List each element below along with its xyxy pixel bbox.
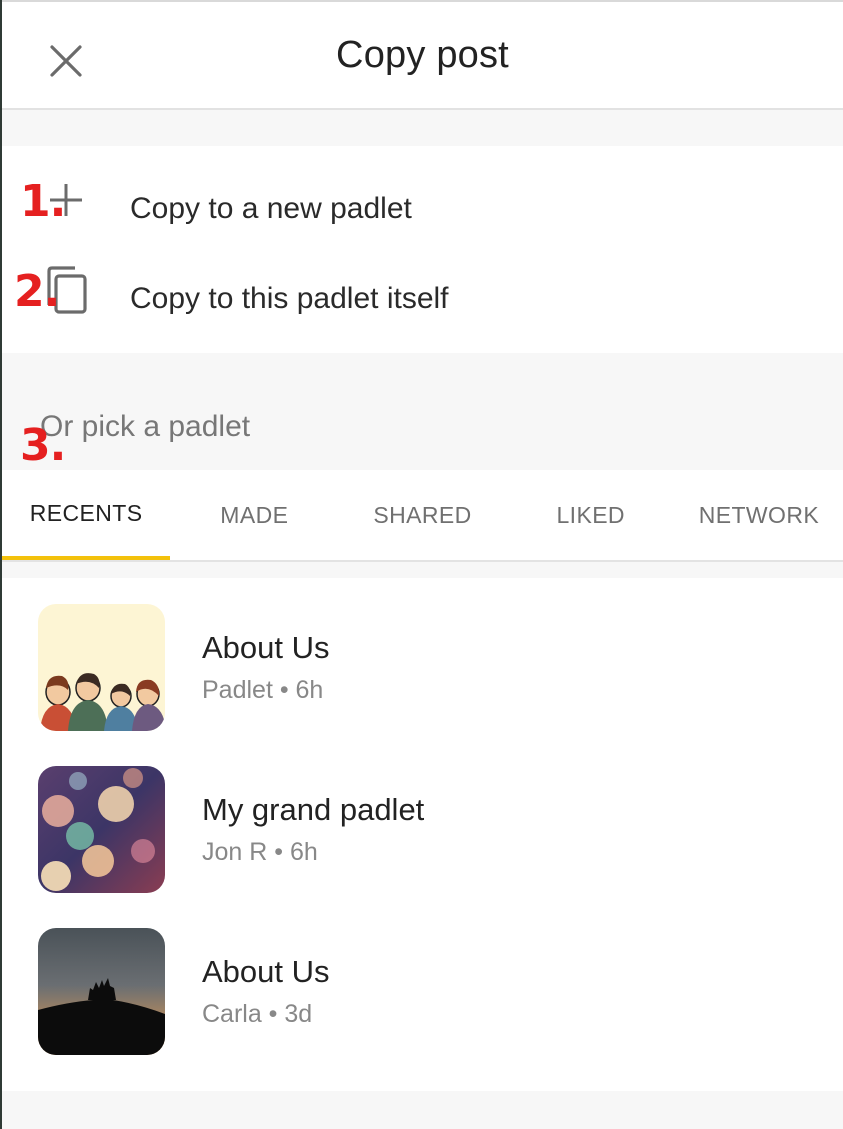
padlet-meta: Padlet • 6h xyxy=(202,676,324,704)
list-item[interactable]: About Us Carla • 3d xyxy=(2,902,843,1064)
page-title: Copy post xyxy=(336,34,509,76)
dialog-header: Copy post xyxy=(2,0,843,110)
padlet-thumbnail xyxy=(38,604,165,731)
padlet-thumbnail xyxy=(38,766,165,893)
padlet-meta: Jon R • 6h xyxy=(202,838,318,866)
padlet-list: About Us Padlet • 6h My grand padlet Jon… xyxy=(2,578,843,1091)
copy-options: Copy to a new padlet Copy to this padlet… xyxy=(2,146,843,353)
padlet-thumbnail xyxy=(38,928,165,1055)
pick-padlet-heading: Or pick a padlet xyxy=(40,410,251,443)
annotation-marker-3: 3. xyxy=(20,420,66,471)
copy-post-dialog: Copy post Copy to a new padlet Copy to t… xyxy=(0,0,843,1129)
copy-to-new-padlet-label: Copy to a new padlet xyxy=(130,192,412,225)
annotation-marker-1: 1. xyxy=(20,176,66,227)
annotation-marker-2: 2. xyxy=(14,266,60,317)
tab-recents[interactable]: RECENTS xyxy=(2,470,171,560)
copy-to-this-padlet-label: Copy to this padlet itself xyxy=(130,282,449,315)
padlet-meta: Carla • 3d xyxy=(202,1000,313,1028)
list-item[interactable]: My grand padlet Jon R • 6h xyxy=(2,740,843,902)
tab-liked[interactable]: LIKED xyxy=(507,470,675,560)
padlet-tabs: RECENTS MADE SHARED LIKED NETWORK xyxy=(2,470,843,562)
tab-shared[interactable]: SHARED xyxy=(338,470,506,560)
copy-to-new-padlet-option[interactable]: Copy to a new padlet xyxy=(2,156,843,246)
copy-to-this-padlet-option[interactable]: Copy to this padlet itself xyxy=(2,246,843,336)
list-item[interactable]: About Us Padlet • 6h xyxy=(2,578,843,740)
tab-made[interactable]: MADE xyxy=(170,470,338,560)
padlet-title: About Us xyxy=(202,630,330,665)
padlet-title: About Us xyxy=(202,954,330,989)
tab-network[interactable]: NETWORK xyxy=(675,470,843,560)
padlet-title: My grand padlet xyxy=(202,792,425,827)
